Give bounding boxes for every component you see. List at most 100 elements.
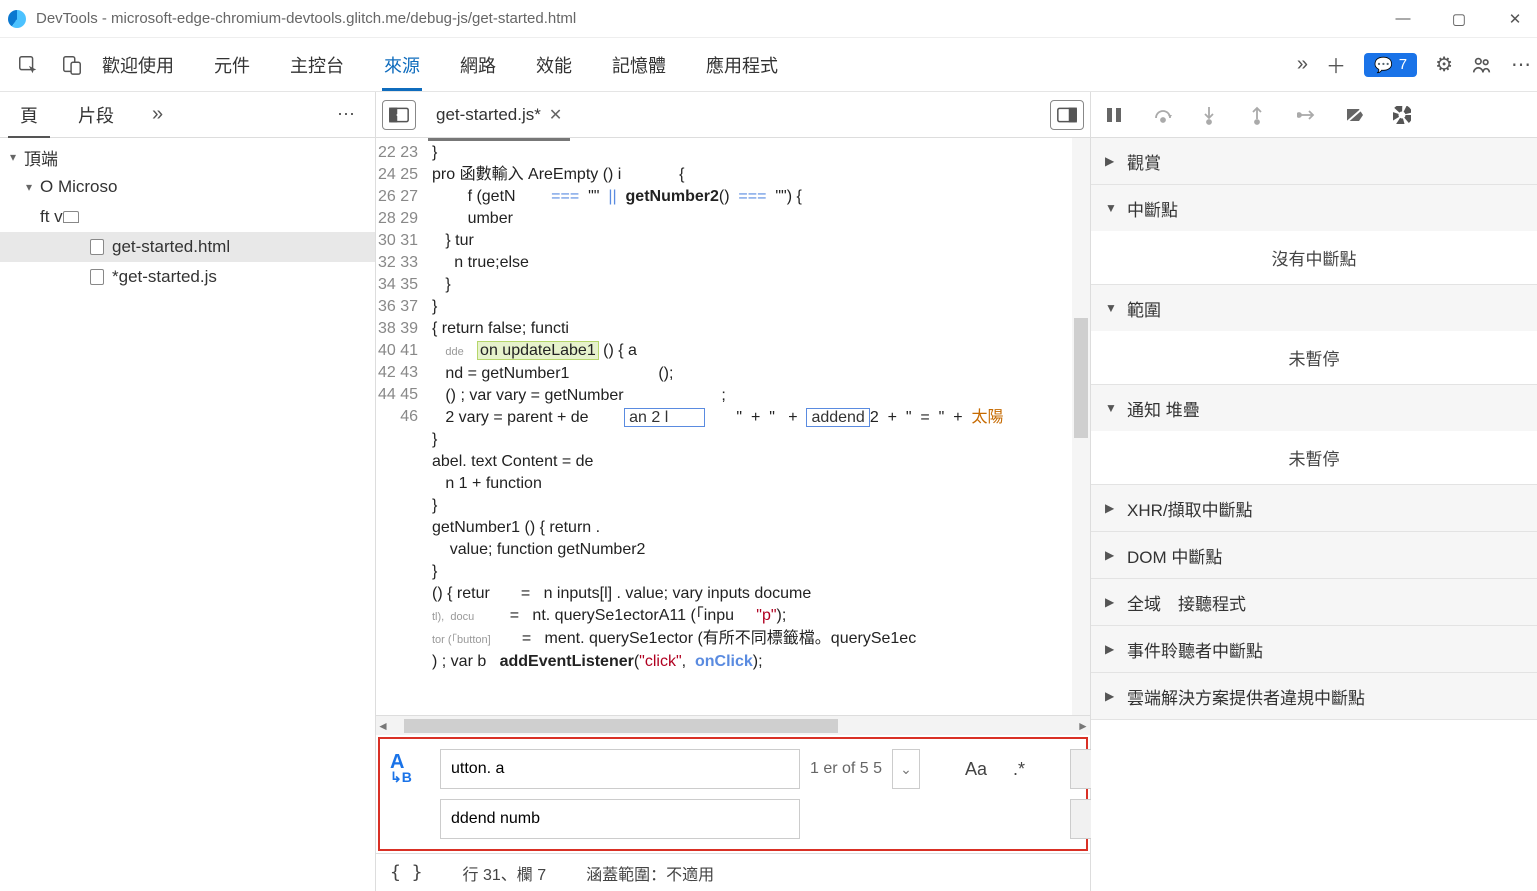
tree-origin[interactable]: ▾ O Microso (0, 172, 375, 202)
close-tab-icon[interactable]: ✕ (549, 105, 562, 125)
replace-mode-icon[interactable]: A↳B (390, 755, 430, 784)
section-label: 雲端解決方案提供者違規中斷點 (1127, 684, 1365, 709)
tab-application[interactable]: 應用程式 (704, 42, 780, 88)
tab-welcome[interactable]: 歡迎使用 (100, 42, 176, 88)
section-header[interactable]: ▶ XHR/擷取中斷點 (1091, 485, 1537, 531)
section-label: 範圍 (1127, 296, 1161, 321)
issues-badge[interactable]: 💬 7 (1364, 53, 1417, 77)
toggle-debugger-icon[interactable] (1050, 100, 1084, 130)
section-header[interactable]: ▶ DOM 中斷點 (1091, 532, 1537, 578)
more-tabs-icon[interactable]: » (1297, 53, 1308, 76)
regex-toggle[interactable]: .* (1013, 759, 1025, 780)
source-tab[interactable]: get-started.js* ✕ (424, 99, 574, 131)
pause-icon[interactable] (1105, 106, 1131, 124)
nav-tab-page[interactable]: 頁 (0, 92, 58, 138)
horizontal-scrollbar[interactable]: ◄ ► (376, 715, 1090, 735)
section-header[interactable]: ▶雲端解決方案提供者違規中斷點 (1091, 673, 1537, 719)
tree-root[interactable]: ▾ 頂端 (0, 142, 375, 172)
scroll-left-icon[interactable]: ◄ (376, 719, 390, 733)
tab-performance[interactable]: 效能 (534, 42, 574, 88)
scroll-right-icon[interactable]: ► (1076, 719, 1090, 733)
people-icon[interactable] (1471, 54, 1493, 76)
chat-icon: 💬 (1374, 56, 1393, 74)
window-maximize-button[interactable]: ▢ (1445, 10, 1473, 28)
tab-network[interactable]: 網路 (458, 42, 498, 88)
debugger-section: ▶事件聆聽者中斷點 (1091, 626, 1537, 673)
settings-gear-icon[interactable]: ⚙ (1435, 52, 1453, 77)
cursor-position: 行 31、欄 7 (463, 861, 547, 885)
deactivate-breakpoints-icon[interactable] (1345, 106, 1371, 124)
pause-on-exceptions-icon[interactable] (1393, 106, 1419, 124)
section-label: 全域 接聽程式 (1127, 590, 1246, 615)
section-header[interactable]: ▼通知 堆疊 (1091, 385, 1537, 431)
source-tab-label: get-started.js* (436, 105, 541, 125)
caret-icon: ▾ (10, 150, 24, 164)
add-tab-icon[interactable]: ＋ (1326, 50, 1346, 79)
debugger-section: ▼ 中斷點沒有中斷點 (1091, 185, 1537, 285)
section-label: 事件聆聽者中斷點 (1127, 637, 1263, 662)
tab-elements[interactable]: 元件 (212, 42, 252, 88)
section-header[interactable]: ▼ 中斷點 (1091, 185, 1537, 231)
section-label: 觀賞 (1127, 149, 1161, 174)
tree-root-label: 頂端 (24, 145, 58, 170)
disclosure-triangle-icon: ▶ (1105, 154, 1117, 168)
disclosure-triangle-icon: ▶ (1105, 501, 1117, 515)
window-close-button[interactable]: ✕ (1501, 10, 1529, 28)
step-out-icon[interactable] (1249, 105, 1275, 125)
debugger-section: ▼範圍未暫停 (1091, 285, 1537, 385)
disclosure-triangle-icon: ▼ (1105, 201, 1117, 215)
code-editor[interactable]: 22 23 24 25 26 27 28 29 30 31 32 33 34 3… (376, 138, 1090, 715)
section-header[interactable]: ▶ 觀賞 (1091, 138, 1537, 184)
status-bar: { } 行 31、欄 7 涵蓋範圍：不適用 (376, 853, 1090, 891)
step-into-icon[interactable] (1201, 105, 1227, 125)
tree-file-label: get-started.html (112, 237, 230, 257)
tree-frame[interactable]: ft v (0, 202, 375, 232)
step-over-icon[interactable] (1153, 106, 1179, 124)
code-body[interactable]: } pro 函數輸入 AreEmpty () i { f (getN === "… (426, 138, 1072, 715)
section-label: XHR/擷取中斷點 (1127, 496, 1253, 521)
tab-memory[interactable]: 記憶體 (610, 42, 668, 88)
debugger-section: ▶ 觀賞 (1091, 138, 1537, 185)
section-label: 通知 堆疊 (1127, 396, 1200, 421)
file-tree: ▾ 頂端 ▾ O Microso ft v get-started.html *… (0, 138, 375, 891)
step-icon[interactable] (1297, 106, 1323, 124)
section-body: 沒有中斷點 (1091, 231, 1537, 284)
tree-file-label: *get-started.js (112, 267, 217, 287)
find-input[interactable] (440, 749, 800, 789)
tab-console[interactable]: 主控台 (288, 42, 346, 88)
debugger-section: ▶全域 接聽程式 (1091, 579, 1537, 626)
section-header[interactable]: ▼範圍 (1091, 285, 1537, 331)
replace-input[interactable] (440, 799, 800, 839)
pretty-print-icon[interactable]: { } (390, 862, 423, 883)
nav-more-tabs-icon[interactable]: » (152, 103, 163, 126)
kebab-menu-icon[interactable]: ⋯ (1511, 52, 1531, 77)
app-icon (8, 10, 26, 28)
caret-icon: ▾ (26, 180, 40, 194)
find-replace-bar: A↳B 1 er of 5 5 ⌄ Aa .* 取消 取代 全部取代 (378, 737, 1088, 851)
tree-origin-label: O Microso (40, 177, 117, 197)
window-title: DevTools - microsoft-edge-chromium-devto… (36, 10, 576, 27)
nav-kebab-icon[interactable]: ⋯ (337, 104, 357, 125)
match-case-toggle[interactable]: Aa (965, 759, 987, 780)
find-count-label: 1 er of 5 5 (810, 760, 882, 778)
navigator-pane: 頁 片段 » ⋯ ▾ 頂端 ▾ O Microso ft v get-start… (0, 92, 376, 891)
tab-sources[interactable]: 來源 (382, 42, 422, 88)
vertical-scrollbar[interactable] (1072, 138, 1090, 715)
source-pane: get-started.js* ✕ 22 23 24 25 26 27 28 2… (376, 92, 1091, 891)
toggle-navigator-icon[interactable] (382, 100, 416, 130)
debugger-section: ▼通知 堆疊未暫停 (1091, 385, 1537, 485)
section-label: 中斷點 (1127, 196, 1178, 221)
section-header[interactable]: ▶事件聆聽者中斷點 (1091, 626, 1537, 672)
tree-file-js[interactable]: *get-started.js (0, 262, 375, 292)
disclosure-triangle-icon: ▶ (1105, 548, 1117, 562)
find-history-dropdown[interactable]: ⌄ (892, 749, 920, 789)
line-gutter: 22 23 24 25 26 27 28 29 30 31 32 33 34 3… (376, 138, 426, 715)
section-header[interactable]: ▶全域 接聽程式 (1091, 579, 1537, 625)
device-emulation-icon[interactable] (50, 43, 94, 87)
window-minimize-button[interactable]: — (1389, 10, 1417, 28)
inspect-element-icon[interactable] (6, 43, 50, 87)
tree-file-html[interactable]: get-started.html (0, 232, 375, 262)
section-body: 未暫停 (1091, 331, 1537, 384)
nav-tab-snippets[interactable]: 片段 (58, 92, 134, 138)
section-label: DOM 中斷點 (1127, 543, 1222, 568)
